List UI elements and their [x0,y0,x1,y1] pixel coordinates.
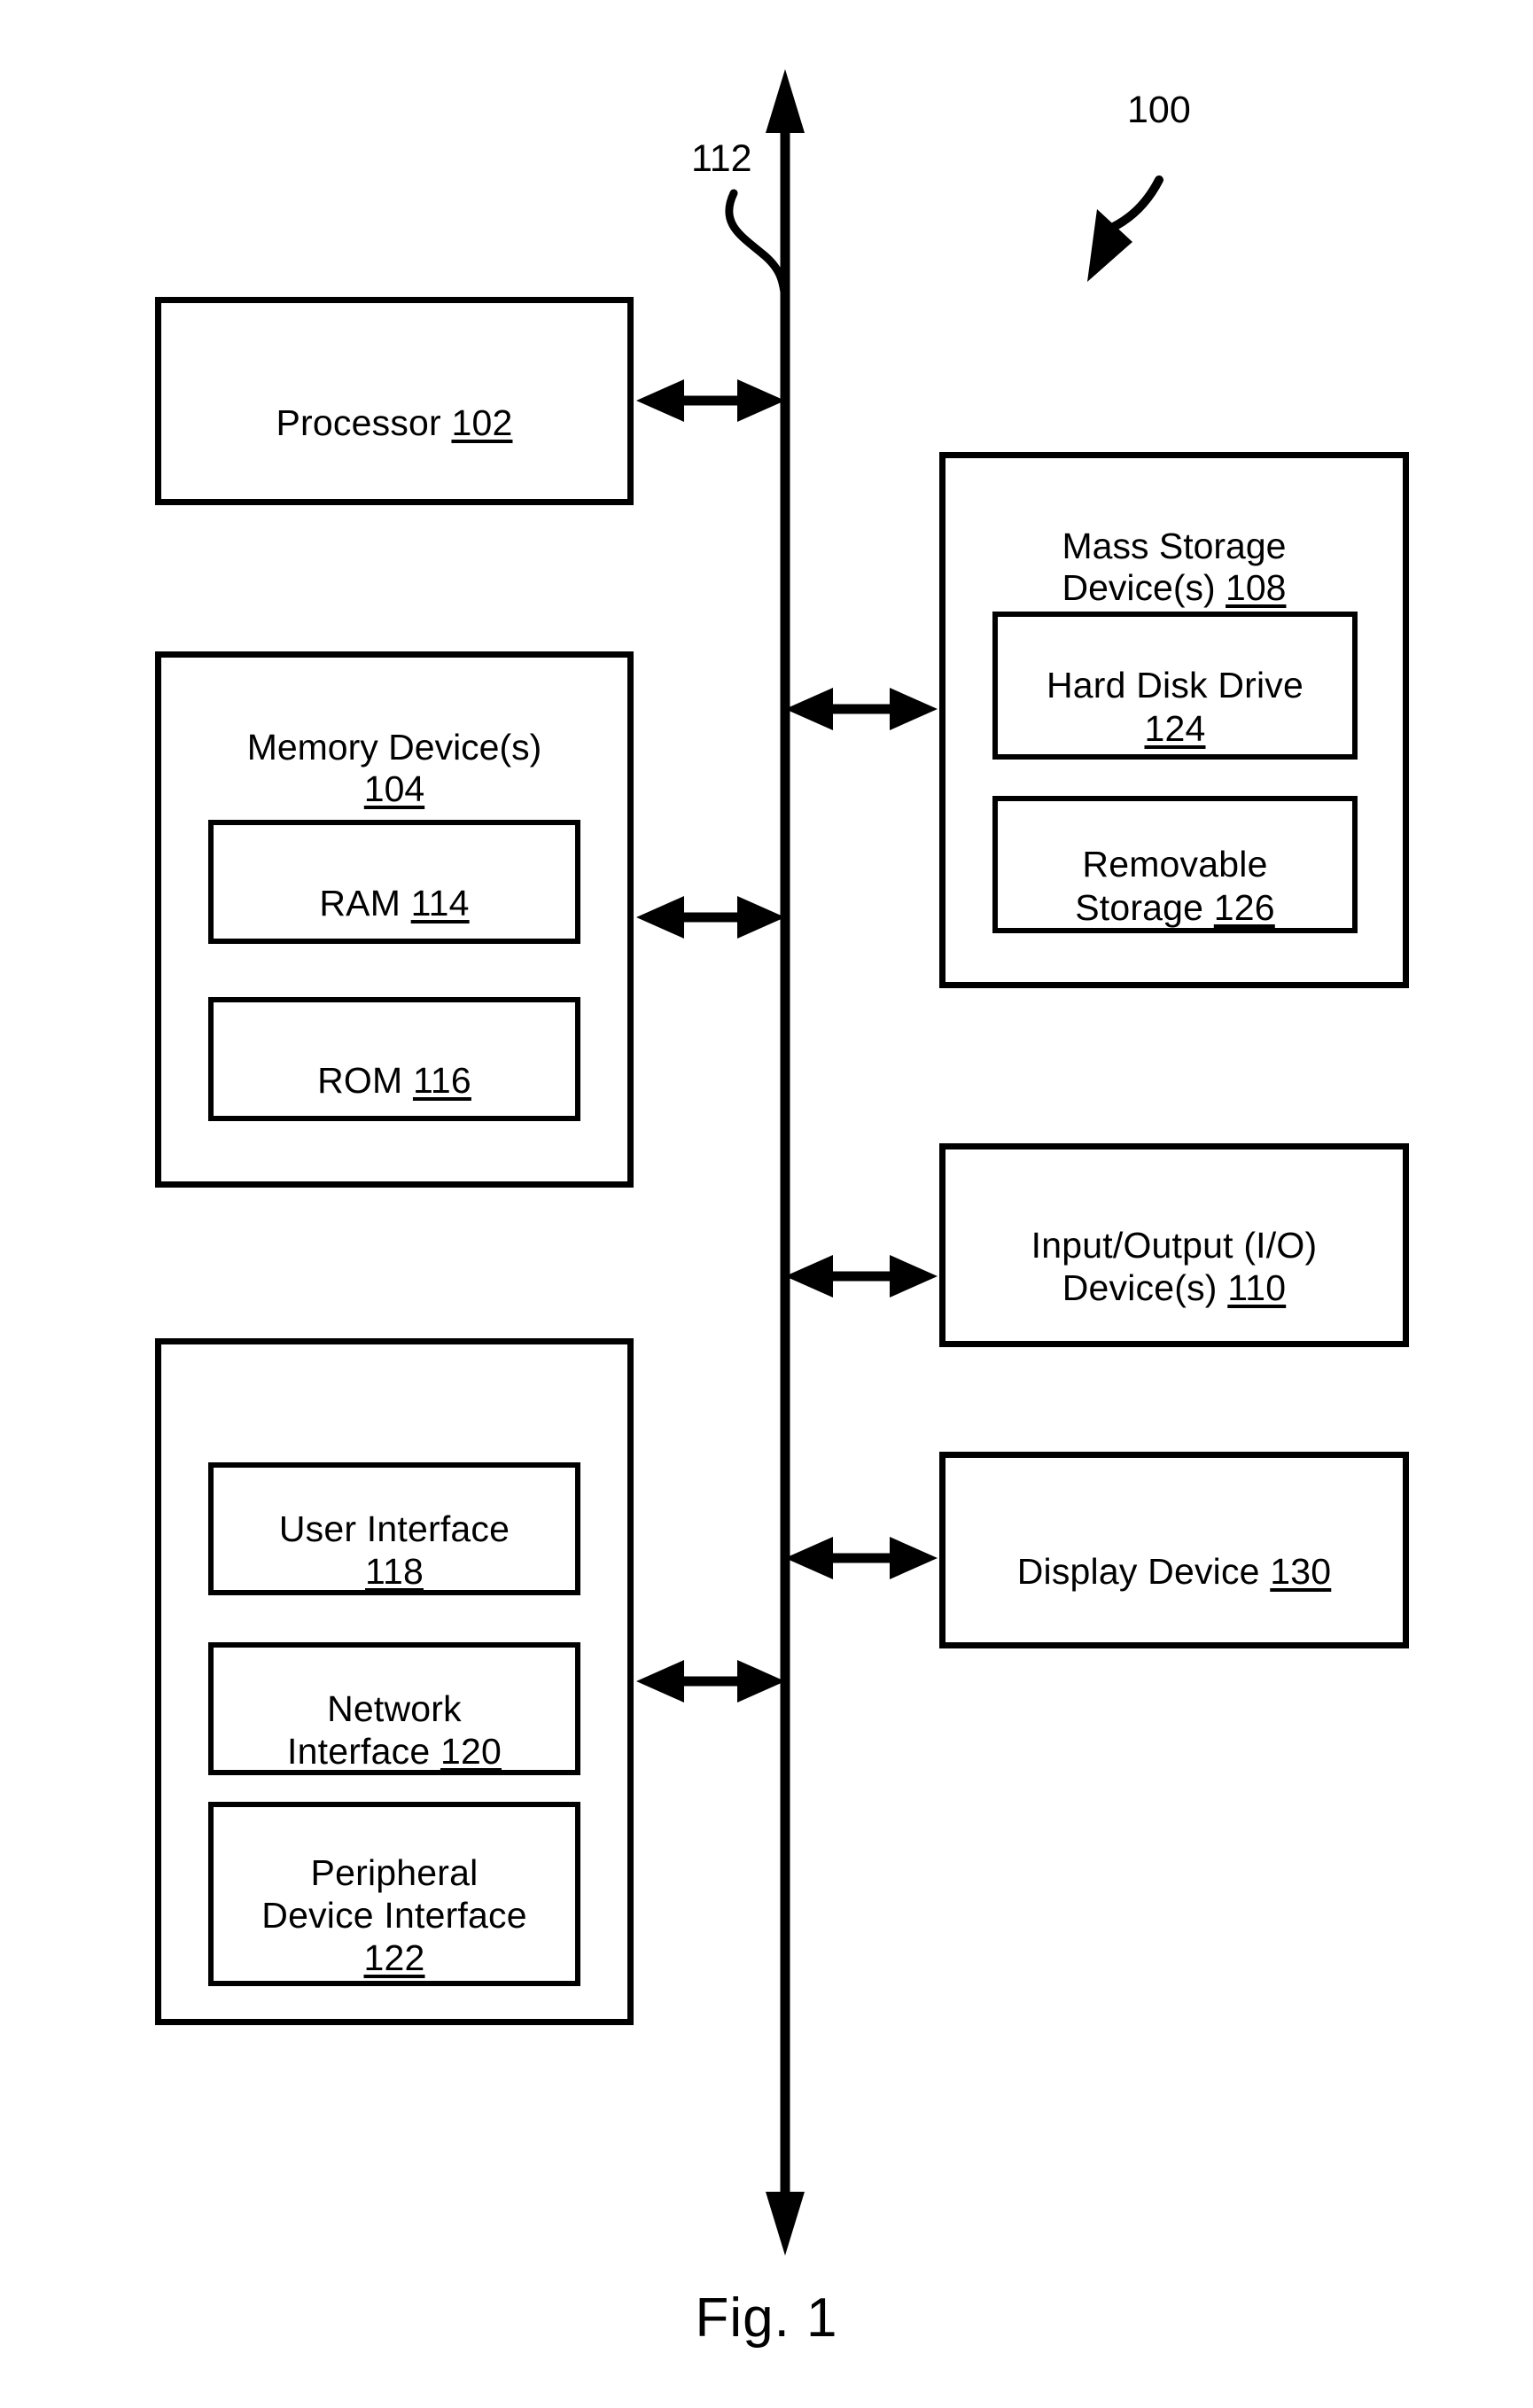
figure-canvas: 112 100 Processor 102 Memory Device(s) 1… [0,0,1533,2408]
block-user-interface[interactable]: User Interface 118 [208,1462,580,1595]
connector-interfaces-bus [636,1660,785,1703]
block-peripheral-device-interface[interactable]: Peripheral Device Interface 122 [208,1802,580,1986]
block-memory-devices-title: Memory Device(s) [246,726,542,768]
block-processor[interactable]: Processor 102 [155,297,634,505]
block-user-interface-ref: 118 [365,1551,424,1593]
connector-bus-display-device [785,1537,938,1579]
block-mass-storage-devices-label: Mass Storage Device(s) 108 [945,483,1403,610]
block-io-devices-label: Input/Output (I/O) Device(s) 110 [1026,1181,1323,1309]
block-rom-ref: 116 [412,1060,471,1101]
block-peripheral-device-interface-title: Peripheral Device Interface [261,1851,527,1936]
block-user-interface-label: User Interface 118 [274,1464,515,1593]
block-rom-label: ROM 116 [312,1017,477,1103]
block-removable-storage[interactable]: Removable Storage 126 [992,796,1358,933]
block-user-interface-title: User Interface [278,1508,510,1549]
reference-numeral-100: 100 [1127,89,1191,131]
block-peripheral-device-interface-ref: 122 [363,1937,425,1979]
block-hard-disk-drive-ref: 124 [1144,707,1206,749]
block-network-interface-ref: 120 [440,1731,502,1773]
leader-line-112 [725,189,790,304]
block-ram-label: RAM 114 [314,839,474,925]
block-network-interface-title: Network Interface [287,1687,462,1773]
block-processor-label: Processor 102 [271,358,518,444]
block-hard-disk-drive-title: Hard Disk Drive [1046,665,1304,706]
block-mass-storage-devices-ref: 108 [1226,567,1287,609]
figure-caption: Fig. 1 [695,2287,838,2349]
block-rom-title: ROM [317,1060,413,1101]
connector-memory-bus [636,896,785,939]
connector-bus-io-devices [785,1255,938,1298]
block-ram-title: RAM [319,883,411,923]
block-display-device-label: Display Device 130 [1012,1508,1337,1594]
connector-bus-mass-storage [785,688,938,730]
leader-arrowhead-100 [1087,209,1132,282]
block-processor-title: Processor [276,401,452,443]
block-network-interface[interactable]: Network Interface 120 [208,1642,580,1775]
block-rom[interactable]: ROM 116 [208,997,580,1121]
reference-numeral-112: 112 [691,137,752,180]
block-io-devices[interactable]: Input/Output (I/O) Device(s) 110 [939,1143,1409,1347]
block-ram[interactable]: RAM 114 [208,820,580,944]
block-display-device-ref: 130 [1270,1551,1332,1592]
block-ram-ref: 114 [410,883,470,923]
block-hard-disk-drive[interactable]: Hard Disk Drive 124 [992,612,1358,760]
block-hard-disk-drive-label: Hard Disk Drive 124 [1041,621,1309,750]
connector-processor-bus [636,379,785,422]
block-removable-storage-label: Removable Storage 126 [1070,800,1280,929]
block-network-interface-label: Network Interface 120 [282,1644,507,1773]
block-processor-ref: 102 [451,401,513,443]
block-display-device-title: Display Device [1016,1551,1271,1592]
block-memory-devices-ref: 104 [363,768,425,810]
block-display-device[interactable]: Display Device 130 [939,1452,1409,1648]
bus-arrowhead-bottom [766,2192,805,2256]
bus-arrowhead-top [766,69,805,133]
block-removable-storage-ref: 126 [1213,886,1275,928]
leader-line-100 [1097,175,1163,237]
block-memory-devices-label: Memory Device(s) 104 [161,684,627,811]
block-peripheral-device-interface-label: Peripheral Device Interface 122 [256,1808,532,1980]
block-io-devices-ref: 110 [1227,1267,1287,1309]
